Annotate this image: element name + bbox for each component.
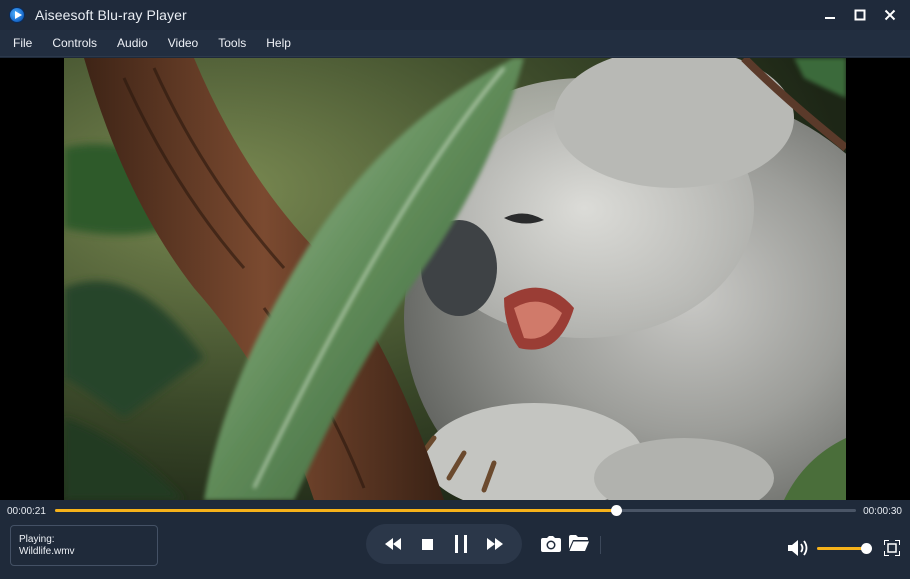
current-time: 00:00:21 <box>7 506 46 517</box>
transport-controls <box>366 524 522 564</box>
mute-button[interactable] <box>788 539 810 562</box>
progress-bar[interactable] <box>55 505 856 516</box>
fast-forward-button[interactable] <box>482 531 508 557</box>
app-title: Aiseesoft Blu-ray Player <box>35 7 187 23</box>
minimize-icon <box>825 17 835 19</box>
folder-icon <box>569 535 589 551</box>
window-controls <box>820 6 900 24</box>
menu-video[interactable]: Video <box>158 30 208 57</box>
menu-bar: File Controls Audio Video Tools Help <box>0 30 910 57</box>
video-image <box>64 58 846 500</box>
volume-fill <box>817 547 866 550</box>
open-file-button[interactable] <box>569 535 589 556</box>
menu-controls[interactable]: Controls <box>42 30 107 57</box>
toolbar-divider <box>600 536 601 554</box>
close-button[interactable] <box>880 6 900 24</box>
fast-forward-icon <box>487 538 503 550</box>
maximize-button[interactable] <box>850 6 870 24</box>
rewind-icon <box>385 538 401 550</box>
koala-video-frame <box>64 58 846 500</box>
stop-icon <box>421 538 433 550</box>
playback-controls: 00:00:21 00:00:30 Playing: Wildlife.wmv <box>0 500 910 579</box>
video-display[interactable] <box>0 58 910 500</box>
pause-icon <box>455 535 467 553</box>
play-disc-icon <box>9 7 25 23</box>
snapshot-button[interactable] <box>541 536 561 557</box>
volume-thumb[interactable] <box>861 543 872 554</box>
pause-button[interactable] <box>448 531 474 557</box>
rewind-button[interactable] <box>380 531 406 557</box>
maximize-icon <box>854 9 866 21</box>
title-bar: Aiseesoft Blu-ray Player <box>0 0 910 30</box>
total-time: 00:00:30 <box>863 506 902 517</box>
fullscreen-button[interactable] <box>883 539 901 561</box>
camera-icon <box>541 536 561 552</box>
menu-file[interactable]: File <box>3 30 42 57</box>
menu-help[interactable]: Help <box>256 30 301 57</box>
volume-icon <box>788 540 808 556</box>
minimize-button[interactable] <box>820 6 840 24</box>
progress-thumb[interactable] <box>610 505 622 516</box>
menu-audio[interactable]: Audio <box>107 30 158 57</box>
now-playing-box: Playing: Wildlife.wmv <box>10 525 158 566</box>
stop-button[interactable] <box>414 531 440 557</box>
now-playing-label: Playing: <box>19 534 55 545</box>
menu-tools[interactable]: Tools <box>208 30 256 57</box>
progress-fill <box>55 509 616 512</box>
volume-slider[interactable] <box>817 543 872 554</box>
now-playing-file: Wildlife.wmv <box>19 546 75 557</box>
fullscreen-icon <box>883 539 901 557</box>
close-icon <box>884 9 896 21</box>
